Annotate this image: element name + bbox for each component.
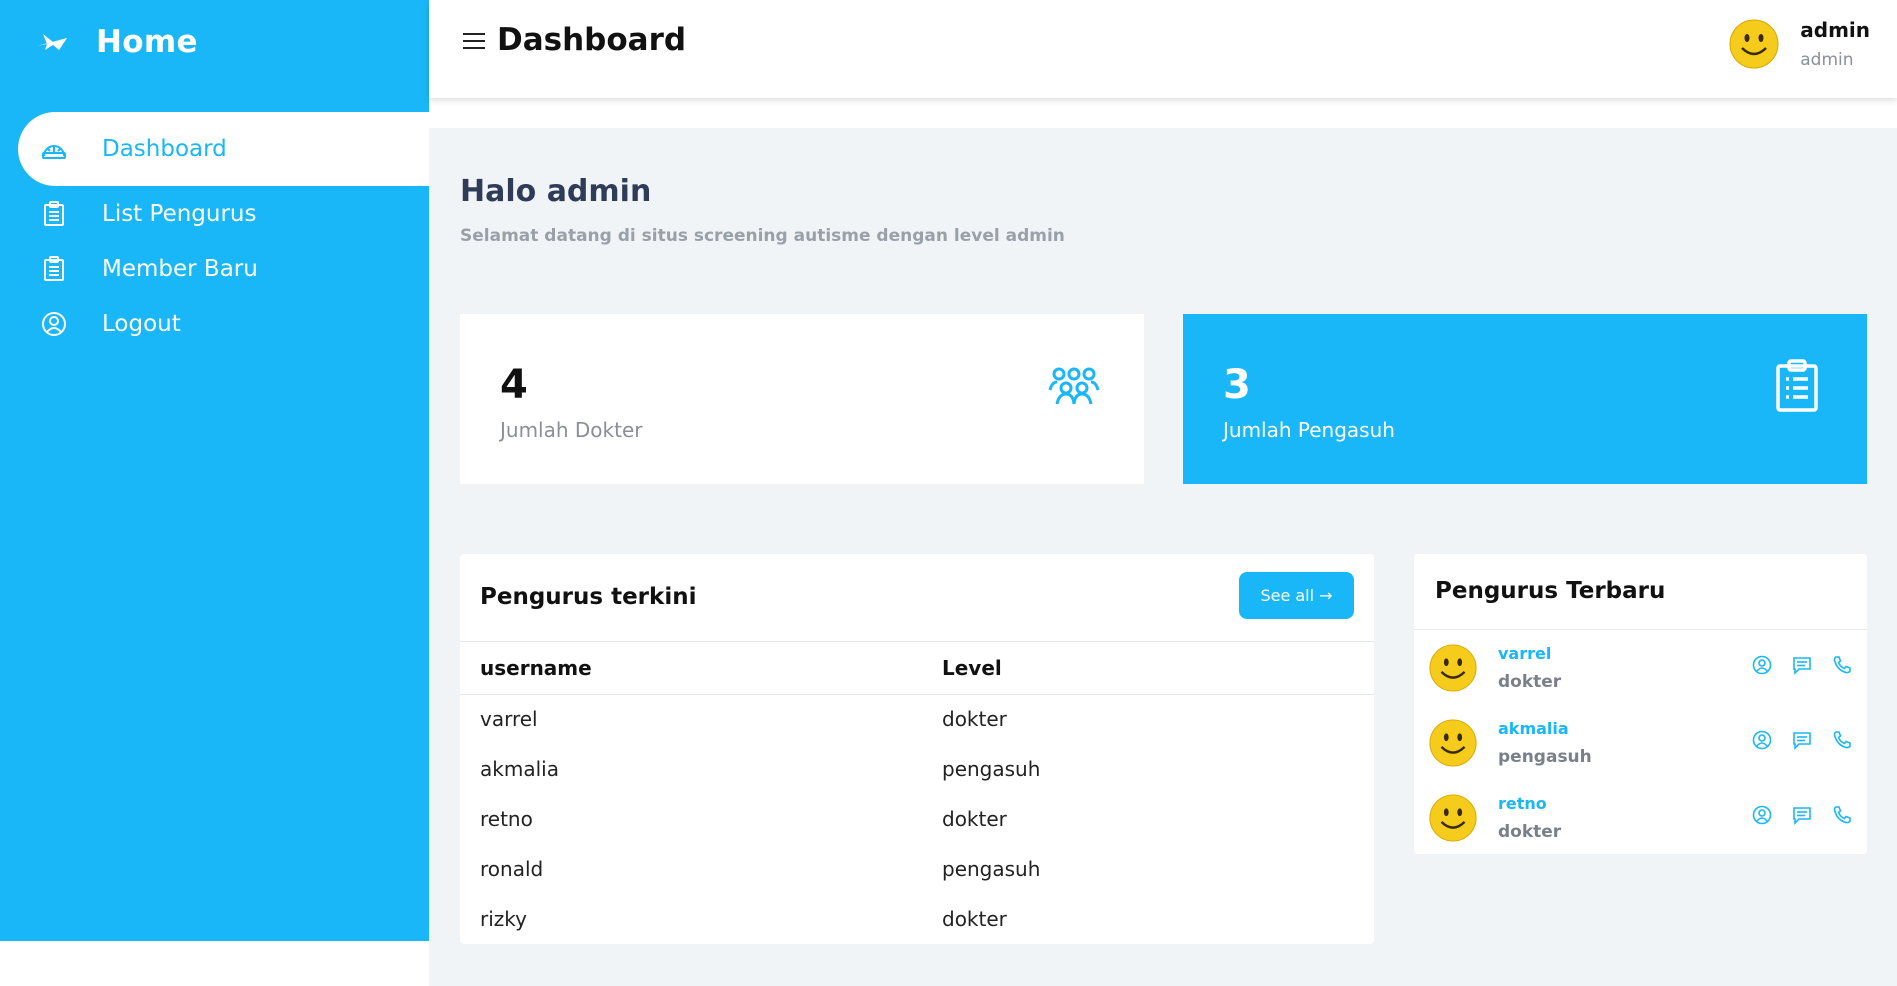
sidebar-item-list-pengurus[interactable]: List Pengurus (18, 186, 429, 241)
greeting-heading: Halo admin (460, 174, 652, 209)
cell-username: rizky (480, 907, 527, 931)
list-item: akmalia pengasuh (1414, 705, 1867, 780)
avatar (1428, 643, 1478, 693)
sidebar-item-label: Dashboard (102, 136, 227, 162)
cell-level: pengasuh (942, 757, 1041, 781)
message-icon[interactable] (1791, 804, 1813, 826)
table-row: varrel dokter (460, 694, 1374, 744)
stat-label: Jumlah Pengasuh (1223, 418, 1395, 442)
plane-icon (34, 24, 70, 60)
column-header-level: Level (942, 642, 1374, 695)
message-icon[interactable] (1791, 654, 1813, 676)
person-name[interactable]: varrel (1498, 644, 1551, 663)
cell-username: akmalia (480, 757, 559, 781)
users-group-icon (1046, 358, 1102, 414)
user-circle-icon (40, 310, 68, 338)
clipboard-icon (40, 255, 68, 283)
user-name: admin (1800, 18, 1870, 42)
clipboard-icon (1769, 358, 1825, 414)
sidebar-item-label: Logout (102, 310, 181, 337)
hamburger-menu-icon[interactable] (461, 28, 487, 54)
cell-level: dokter (942, 707, 1007, 732)
sidebar-item-logout[interactable]: Logout (18, 296, 429, 351)
see-all-button[interactable]: See all → (1239, 572, 1354, 619)
brand[interactable]: Home (34, 24, 198, 60)
sidebar: Home Dashboard List Pengurus Member Baru… (0, 0, 429, 941)
pengurus-terkini-card: Pengurus terkini See all → username Leve… (460, 554, 1374, 944)
profile-icon[interactable] (1751, 729, 1773, 751)
phone-icon[interactable] (1831, 654, 1853, 676)
phone-icon[interactable] (1831, 804, 1853, 826)
card-title: Pengurus terkini (480, 584, 697, 610)
pengurus-terbaru-card: Pengurus Terbaru varrel dokter akmalia p… (1414, 554, 1867, 854)
dashboard-icon (40, 135, 68, 163)
person-role: dokter (1498, 822, 1562, 842)
column-header-username: username (460, 642, 942, 695)
sidebar-nav: Dashboard List Pengurus Member Baru Logo… (18, 112, 429, 351)
stat-card-dokter: 4 Jumlah Dokter (460, 314, 1144, 484)
top-header: Dashboard admin admin (429, 0, 1897, 98)
cell-username: varrel (480, 707, 538, 732)
avatar (1728, 18, 1780, 70)
card-title: Pengurus Terbaru (1435, 578, 1666, 604)
stat-card-pengasuh: 3 Jumlah Pengasuh (1183, 314, 1867, 484)
greeting-subtitle: Selamat datang di situs screening autism… (460, 226, 1065, 246)
table-header-row: username Level (460, 642, 1374, 695)
sidebar-item-dashboard[interactable]: Dashboard (18, 112, 429, 186)
cell-username: ronald (480, 857, 544, 881)
main-content: Halo admin Selamat datang di situs scree… (429, 98, 1897, 986)
person-name[interactable]: retno (1498, 794, 1547, 813)
brand-title: Home (96, 24, 198, 60)
table-row: retno dokter (460, 794, 1374, 844)
list-item: varrel dokter (1414, 630, 1867, 705)
phone-icon[interactable] (1831, 729, 1853, 751)
cell-username: retno (480, 807, 533, 831)
person-role: dokter (1498, 672, 1562, 692)
cell-level: pengasuh (942, 857, 1041, 881)
clipboard-icon (40, 200, 68, 228)
table-row: rizky dokter (460, 894, 1374, 944)
page-title: Dashboard (497, 22, 687, 58)
profile-icon[interactable] (1751, 804, 1773, 826)
user-menu[interactable]: admin admin (1728, 18, 1870, 70)
table-row: akmalia pengasuh (460, 744, 1374, 794)
list-item: retno dokter (1414, 780, 1867, 855)
person-name[interactable]: akmalia (1498, 719, 1569, 738)
cell-level: dokter (942, 907, 1007, 931)
sidebar-item-member-baru[interactable]: Member Baru (18, 241, 429, 296)
cell-level: dokter (942, 807, 1007, 831)
profile-icon[interactable] (1751, 654, 1773, 676)
table-row: ronald pengasuh (460, 844, 1374, 894)
avatar (1428, 793, 1478, 843)
person-role: pengasuh (1498, 747, 1592, 767)
stat-number: 3 (1223, 362, 1251, 408)
pengurus-table: username Level varrel dokter akmalia pen… (460, 642, 1374, 944)
sidebar-item-label: Member Baru (102, 255, 258, 282)
header-spacer (429, 98, 1897, 128)
message-icon[interactable] (1791, 729, 1813, 751)
stat-number: 4 (500, 362, 528, 408)
user-role: admin (1800, 50, 1854, 70)
stat-label: Jumlah Dokter (500, 418, 643, 442)
sidebar-item-label: List Pengurus (102, 200, 257, 227)
avatar (1428, 718, 1478, 768)
